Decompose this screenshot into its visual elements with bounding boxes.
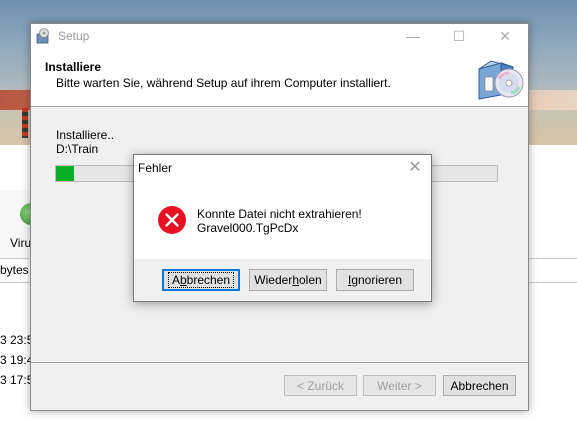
installer-box-cd-icon (478, 60, 524, 100)
error-filename: Gravel000.TgPcDx (197, 221, 299, 235)
maximize-button[interactable]: ☐ (436, 24, 482, 49)
bytes-column-header: bytes (0, 263, 29, 277)
error-dialog-title: Fehler (138, 161, 173, 175)
error-message: Konnte Datei nicht extrahieren! (197, 207, 362, 221)
footer-divider (31, 362, 528, 363)
header-subtitle: Bitte warten Sie, während Setup auf ihre… (56, 76, 391, 90)
error-dialog: Fehler ✕ Konnte Datei nicht extrahieren!… (133, 154, 432, 302)
install-status: Installiere.. (56, 128, 115, 142)
cancel-button[interactable]: Abbrechen (443, 375, 516, 396)
abort-label-accel: b (179, 273, 187, 287)
ignore-button[interactable]: Ignorieren (336, 269, 414, 291)
background-strip-decoration (22, 108, 28, 138)
error-dialog-titlebar[interactable]: Fehler ✕ (134, 155, 431, 181)
retry-label-accel: h (292, 273, 299, 287)
abort-button[interactable]: Abbrechen (162, 269, 240, 291)
error-x-circle-icon (158, 206, 186, 234)
close-button[interactable]: ✕ (482, 24, 528, 49)
retry-label-post: olen (299, 273, 322, 287)
setup-app-icon (36, 28, 49, 44)
ignore-label-post: gnorieren (351, 273, 403, 287)
next-button[interactable]: Weiter > (363, 375, 436, 396)
minimize-button[interactable]: — (390, 24, 436, 49)
abort-label-pre: A (171, 273, 180, 287)
close-icon[interactable]: ✕ (406, 159, 424, 177)
setup-header: Installiere Bitte warten Sie, während Se… (31, 49, 528, 107)
install-path: D:\Train (56, 142, 99, 156)
abort-label-post: brechen (186, 273, 231, 287)
back-button[interactable]: < Zurück (284, 375, 357, 396)
retry-label-pre: Wieder (254, 273, 293, 287)
header-title: Installiere (45, 60, 102, 74)
progress-fill (56, 166, 74, 181)
retry-button[interactable]: Wiederholen (249, 269, 327, 291)
window-title: Setup (58, 29, 90, 43)
virus-scan-label: Viru (10, 236, 32, 250)
setup-titlebar[interactable]: Setup — ☐ ✕ (31, 24, 528, 49)
error-dialog-body: Konnte Datei nicht extrahieren! Gravel00… (134, 181, 431, 259)
